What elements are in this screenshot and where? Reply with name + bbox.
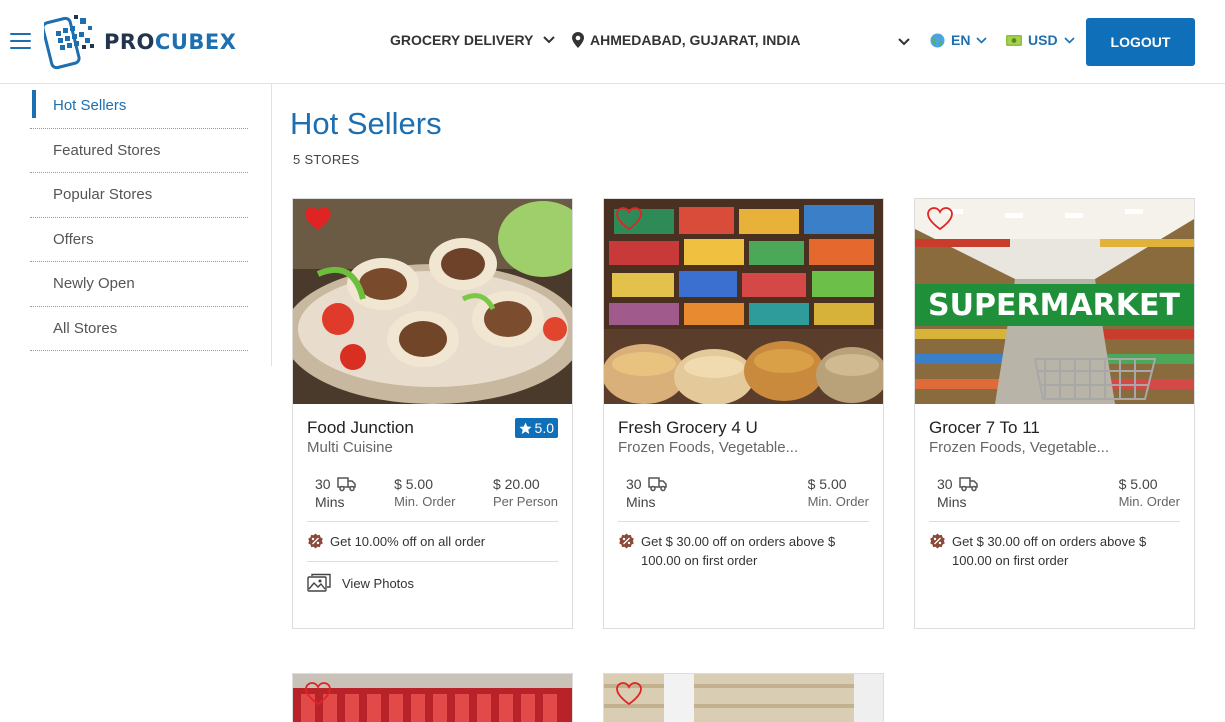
discount-icon [930,533,945,549]
delivery-time-unit: Mins [626,494,656,510]
currency-label: USD [1028,32,1058,48]
per-person-value: $ 20.00 [492,476,540,492]
logo-cube-icon [44,15,94,70]
location-chevron-down-icon[interactable] [898,33,910,51]
delivery-time: 30 Mins [937,475,979,511]
delivery-time-value: 30 [937,476,953,492]
min-order-label: Min. Order [1118,494,1180,509]
store-category: Frozen Foods, Vegetable... [929,439,1110,456]
per-person: $ 20.00 Per Person [493,475,558,511]
store-name[interactable]: Fresh Grocery 4 U [618,418,869,438]
store-card-food-junction[interactable]: Food Junction 5.0 Multi Cuisine 30 Mins … [292,198,573,629]
store-offer: Get $ 30.00 off on orders above $ 100.00… [618,522,869,580]
store-image [293,199,572,404]
photo-gallery-icon [307,573,331,592]
top-header: PROCUBEX GROCERY DELIVERY AHMEDABAD, GUJ… [0,0,1225,84]
delivery-time: 30 Mins [315,475,357,511]
currency-selector[interactable]: USD [1006,32,1075,48]
min-order: $ 5.00 Min. Order [1119,475,1180,511]
store-name[interactable]: Grocer 7 To 11 [929,418,1180,438]
logout-button[interactable]: LOGOUT [1086,18,1195,66]
min-order: $ 5.00 Min. Order [394,475,455,511]
offer-text: Get $ 30.00 off on orders above $ 100.00… [952,534,1147,568]
store-category: Multi Cuisine [307,439,393,456]
store-image [604,674,883,722]
delivery-type-dropdown[interactable]: GROCERY DELIVERY [390,32,556,48]
supermarket-sign: SUPERMARKET [928,288,1180,323]
sidebar-divider [271,84,272,366]
store-card-grocer-7-to-11[interactable]: SUPERMARKET Grocer 7 To 11 Frozen Foods,… [914,198,1195,629]
store-card-partial[interactable] [603,673,884,722]
store-meta: 30 Mins $ 5.00 Min. Order $ 20.00 Per Pe… [307,475,558,522]
chevron-down-icon [1063,36,1075,44]
favorite-heart-icon[interactable] [616,207,642,231]
location-label: AHMEDABAD, GUJARAT, INDIA [590,32,801,48]
page-title: Hot Sellers [290,106,442,141]
sidebar-item-hot-sellers[interactable]: Hot Sellers [30,84,248,129]
store-meta: 30 Mins $ 5.00 Min. Order [929,475,1180,522]
sidebar-item-all-stores[interactable]: All Stores [30,307,248,351]
language-selector[interactable]: EN [930,32,988,48]
delivery-time-unit: Mins [937,494,967,510]
offer-text: Get 10.00% off on all order [330,534,486,549]
delivery-time-value: 30 [626,476,642,492]
store-image: SUPERMARKET [915,199,1194,404]
store-card-fresh-grocery-4-u[interactable]: Fresh Grocery 4 U Frozen Foods, Vegetabl… [603,198,884,629]
store-offer: Get $ 30.00 off on orders above $ 100.00… [929,522,1180,580]
delivery-type-label: GROCERY DELIVERY [390,32,534,48]
delivery-truck-icon [336,477,356,492]
min-order: $ 5.00 Min. Order [808,475,869,511]
sidebar-item-offers[interactable]: Offers [30,218,248,262]
store-meta: 30 Mins $ 5.00 Min. Order [618,475,869,522]
store-offer: Get 10.00% off on all order [307,522,558,561]
delivery-time-value: 30 [315,476,331,492]
discount-icon [619,533,634,549]
store-count: 5 STORES [293,152,360,167]
logo-wordmark: PROCUBEX [104,30,236,54]
sidebar-item-featured-stores[interactable]: Featured Stores [30,129,248,173]
offer-text: Get $ 30.00 off on orders above $ 100.00… [641,534,836,568]
star-icon [518,421,532,434]
rating-value: 5.0 [534,420,554,436]
location-selector[interactable]: AHMEDABAD, GUJARAT, INDIA [572,32,801,48]
min-order-value: $ 5.00 [394,476,433,492]
favorite-heart-icon[interactable] [305,682,331,706]
logo-cubex-text: CUBEX [154,30,237,54]
sidebar-item-popular-stores[interactable]: Popular Stores [30,173,248,218]
delivery-truck-icon [647,477,667,492]
min-order-label: Min. Order [394,494,456,509]
view-photos-link[interactable]: View Photos [307,561,558,593]
min-order-label: Min. Order [807,494,869,509]
store-name[interactable]: Food Junction [307,418,414,438]
map-pin-icon [572,32,584,48]
rating-badge: 5.0 [514,418,558,438]
money-icon [1006,34,1022,46]
min-order-value: $ 5.00 [1118,476,1158,492]
logo-pro-text: PRO [104,30,155,54]
store-category: Frozen Foods, Vegetable... [618,439,799,456]
per-person-label: Per Person [492,494,558,509]
discount-icon [308,533,323,549]
min-order-value: $ 5.00 [807,476,847,492]
globe-icon [930,32,945,48]
hamburger-menu-icon[interactable] [10,33,31,49]
favorite-heart-icon[interactable] [927,207,953,231]
procubex-logo[interactable]: PROCUBEX [44,14,236,70]
store-card-partial[interactable] [292,673,573,722]
delivery-truck-icon [958,477,978,492]
language-label: EN [951,32,971,48]
view-photos-label: View Photos [342,575,415,591]
favorite-heart-icon[interactable] [616,682,642,706]
store-image [604,199,883,404]
category-sidebar: Hot Sellers Featured Stores Popular Stor… [30,84,248,351]
delivery-time-unit: Mins [315,494,345,510]
store-image [293,674,572,722]
delivery-time: 30 Mins [626,475,668,511]
sidebar-item-newly-open[interactable]: Newly Open [30,262,248,307]
favorite-heart-icon[interactable] [305,207,331,231]
chevron-down-icon [976,36,988,44]
chevron-down-icon [543,36,556,44]
